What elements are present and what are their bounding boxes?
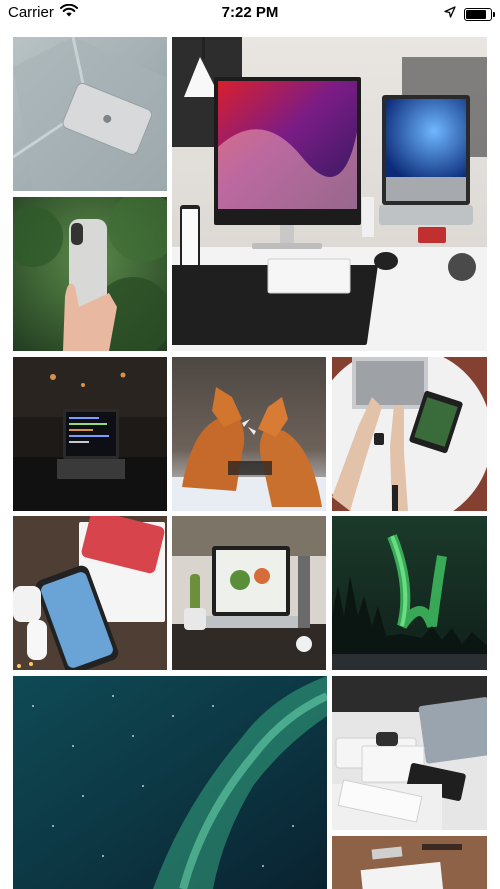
photo-hand-holding-iphone	[13, 197, 167, 351]
status-time: 7:22 PM	[221, 4, 279, 21]
photo-tile[interactable]	[332, 676, 487, 830]
photo-laptop-on-sofa	[13, 37, 167, 191]
photo-hands-typing-laptop-watch	[332, 357, 487, 511]
photo-tile[interactable]	[332, 836, 487, 889]
photo-tile[interactable]	[13, 676, 327, 889]
photo-laptop-dark-code	[13, 357, 167, 511]
photo-laptop-on-desk-plant	[172, 516, 326, 670]
photo-tile[interactable]	[13, 516, 167, 670]
photo-apple-products-white-desk	[332, 676, 487, 830]
photo-tile[interactable]	[13, 37, 167, 191]
status-bar-right	[444, 5, 495, 23]
photo-tile[interactable]	[332, 357, 487, 511]
photo-two-foxes	[172, 357, 326, 511]
status-bar: Carrier 7:22 PM	[0, 0, 500, 28]
photo-iphone-airpods-box	[13, 516, 167, 670]
photo-aurora-over-forest	[332, 516, 487, 670]
battery-level	[466, 9, 486, 19]
photo-tile[interactable]	[13, 357, 167, 511]
photo-tile[interactable]	[172, 37, 487, 351]
photo-tile[interactable]	[172, 357, 326, 511]
photo-desk-setup-monitor-laptop	[172, 37, 487, 351]
photo-tile[interactable]	[172, 516, 326, 670]
photo-tile[interactable]	[332, 516, 487, 670]
photo-tile[interactable]	[13, 197, 167, 351]
photo-desk-with-paper	[332, 836, 487, 889]
location-arrow-icon	[444, 5, 456, 23]
photo-aurora-sky	[13, 676, 327, 889]
battery-icon	[464, 7, 495, 21]
